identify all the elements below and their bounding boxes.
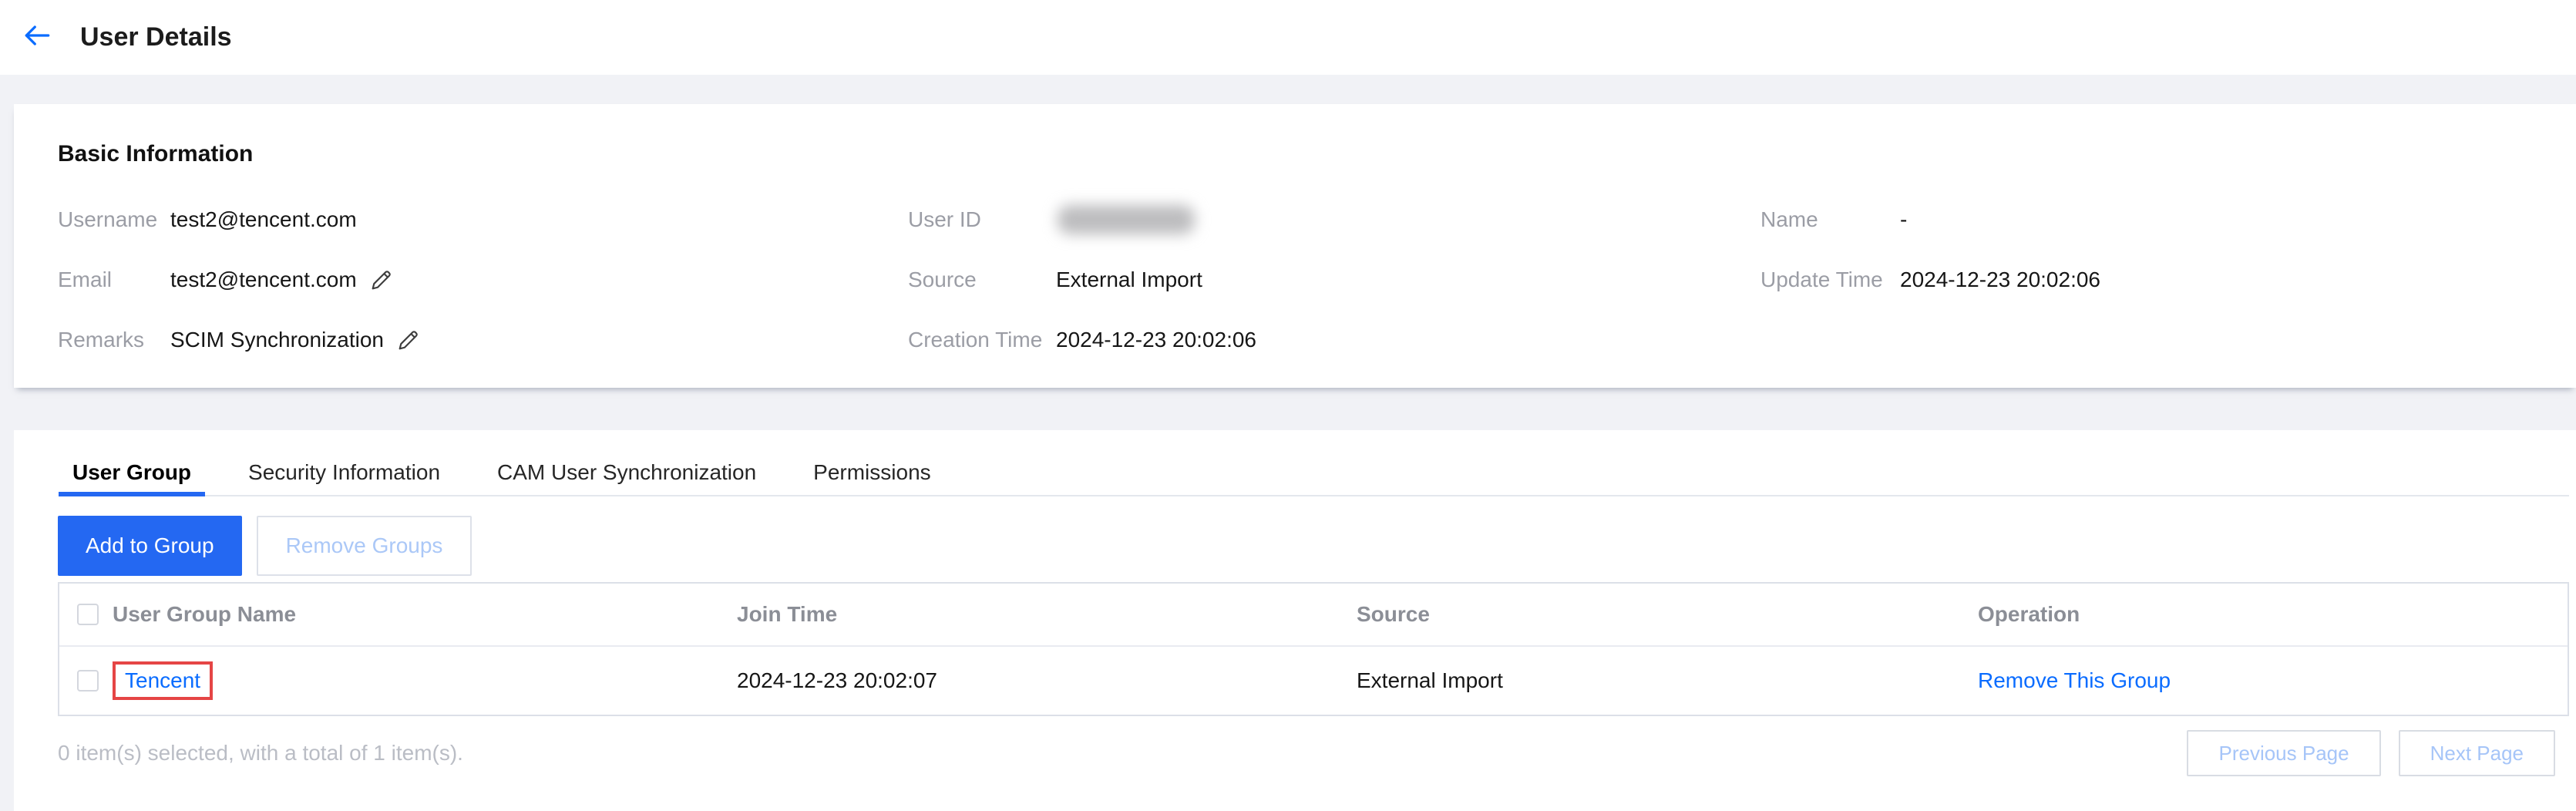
field-value: test2@tencent.com: [170, 207, 357, 232]
source-cell: External Import: [1357, 668, 1978, 693]
tab-permissions[interactable]: Permissions: [799, 450, 944, 495]
user-group-section: User Group Security Information CAM User…: [14, 430, 2576, 811]
field-label: Remarks: [58, 328, 170, 352]
pagination: Previous Page Next Page: [2187, 730, 2555, 776]
column-header-operation: Operation: [1978, 602, 2568, 627]
field-creation-time: Creation Time 2024-12-23 20:02:06: [908, 323, 1760, 357]
table-header-row: User Group Name Join Time Source Operati…: [59, 584, 2568, 645]
back-button[interactable]: [18, 19, 55, 56]
tab-label: Security Information: [248, 460, 440, 485]
tab-label: CAM User Synchronization: [497, 460, 756, 485]
group-actions: Add to Group Remove Groups: [14, 516, 2569, 576]
previous-page-button[interactable]: Previous Page: [2187, 730, 2380, 776]
field-value: 2024-12-23 20:02:06: [1900, 268, 2100, 292]
field-source: Source External Import: [908, 263, 1760, 297]
table-row: Tencent 2024-12-23 20:02:07 External Imp…: [59, 645, 2568, 715]
pencil-icon: [369, 268, 394, 292]
user-group-table: User Group Name Join Time Source Operati…: [58, 582, 2569, 716]
field-value: -: [1900, 207, 1907, 232]
select-all-checkbox[interactable]: [77, 604, 99, 625]
basic-information-card: Basic Information Username test2@tencent…: [14, 104, 2576, 388]
next-page-button[interactable]: Next Page: [2399, 730, 2555, 776]
table-footer: 0 item(s) selected, with a total of 1 it…: [58, 730, 2555, 776]
basic-information-title: Basic Information: [14, 104, 2576, 167]
field-label: Username: [58, 207, 170, 232]
remove-this-group-link[interactable]: Remove This Group: [1978, 668, 2171, 692]
join-time-cell: 2024-12-23 20:02:07: [737, 668, 1357, 693]
field-label: User ID: [908, 207, 1056, 232]
annotation-highlight-box: Tencent: [113, 661, 213, 700]
field-value: SCIM Synchronization: [170, 328, 384, 352]
field-label: Source: [908, 268, 1056, 292]
pencil-icon: [396, 328, 421, 352]
tab-security-information[interactable]: Security Information: [234, 450, 454, 495]
arrow-left-icon: [20, 19, 54, 56]
page-header: User Details: [0, 0, 2576, 75]
field-user-id: User ID: [908, 203, 1760, 237]
operation-cell: Remove This Group: [1978, 668, 2568, 693]
field-label: Email: [58, 268, 170, 292]
row-checkbox[interactable]: [77, 670, 99, 692]
basic-information-grid: Username test2@tencent.com User ID Name …: [14, 203, 2576, 357]
tab-label: User Group: [72, 460, 191, 485]
edit-remarks-button[interactable]: [396, 328, 421, 352]
selection-summary: 0 item(s) selected, with a total of 1 it…: [58, 741, 463, 766]
field-email: Email test2@tencent.com: [58, 263, 908, 297]
field-value: 2024-12-23 20:02:06: [1056, 328, 1256, 352]
page-title: User Details: [80, 22, 232, 52]
field-value: test2@tencent.com: [170, 268, 357, 292]
field-remarks: Remarks SCIM Synchronization: [58, 323, 908, 357]
column-header-source: Source: [1357, 602, 1978, 627]
edit-email-button[interactable]: [369, 268, 394, 292]
tab-cam-user-synchronization[interactable]: CAM User Synchronization: [483, 450, 770, 495]
field-label: Name: [1760, 207, 1900, 232]
field-label: Update Time: [1760, 268, 1900, 292]
field-update-time: Update Time 2024-12-23 20:02:06: [1760, 263, 2576, 297]
add-to-group-button[interactable]: Add to Group: [58, 516, 242, 576]
field-label: Creation Time: [908, 328, 1056, 352]
column-header-user-group-name: User Group Name: [113, 602, 737, 627]
field-empty: [1760, 323, 2576, 357]
tab-label: Permissions: [813, 460, 930, 485]
remove-groups-button[interactable]: Remove Groups: [257, 516, 472, 576]
field-username: Username test2@tencent.com: [58, 203, 908, 237]
field-value: External Import: [1056, 268, 1202, 292]
user-id-redacted-value: [1058, 205, 1195, 234]
detail-tabs: User Group Security Information CAM User…: [59, 430, 2569, 496]
field-name: Name -: [1760, 203, 2576, 237]
tab-user-group[interactable]: User Group: [59, 450, 205, 495]
group-name-cell: Tencent: [113, 661, 737, 700]
column-header-join-time: Join Time: [737, 602, 1357, 627]
group-name-link[interactable]: Tencent: [125, 668, 200, 692]
